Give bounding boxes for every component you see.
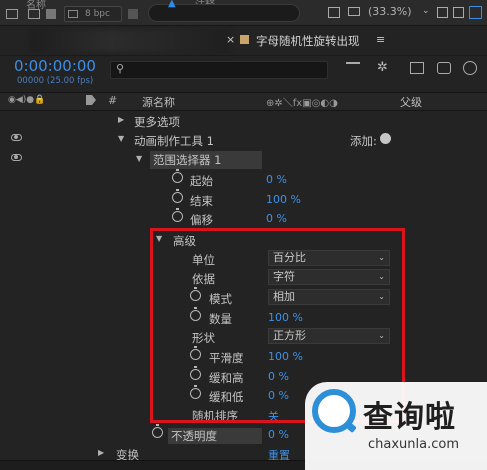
range-selector-label[interactable]: 范围选择器 1 <box>150 151 262 169</box>
add-label: 添加: <box>350 134 377 148</box>
region-icon[interactable] <box>437 7 448 18</box>
layers-icon[interactable] <box>6 9 18 19</box>
monitor-icon[interactable] <box>348 7 360 16</box>
stopwatch-icon[interactable] <box>172 208 183 222</box>
watermark-text: 查询啦 <box>363 400 456 435</box>
close-icon[interactable]: × <box>226 33 235 46</box>
row-start: 起始 0 % <box>0 169 487 189</box>
opacity-label: 不透明度 <box>168 428 262 444</box>
panel-menu-icon[interactable]: ≡ <box>376 33 385 46</box>
stopwatch-icon[interactable] <box>172 189 183 203</box>
composition-tab-title[interactable]: 字母随机性旋转出现 <box>256 33 360 49</box>
twirl-down-icon[interactable]: ▼ <box>136 154 142 163</box>
start-value[interactable]: 0 % <box>266 173 287 186</box>
animator-label[interactable]: 动画制作工具 1 <box>134 133 214 149</box>
search-input[interactable] <box>110 61 328 79</box>
eye-icon[interactable] <box>11 134 22 141</box>
search-icon: ⚲ <box>116 62 125 75</box>
row-offset: 偏移 0 % <box>0 208 487 228</box>
column-number: # <box>108 94 118 107</box>
current-time[interactable]: 0:00:00:00 <box>14 57 96 75</box>
bpc-icon <box>68 10 78 18</box>
composition-icon[interactable] <box>28 9 40 19</box>
frame-blending-icon[interactable] <box>437 62 451 74</box>
column-parent[interactable]: 父级 <box>400 94 422 110</box>
frame-rate: 00000 (25.00 fps) <box>17 76 94 86</box>
start-label: 起始 <box>190 174 213 188</box>
twirl-right-icon[interactable]: ▶ <box>118 115 124 124</box>
shy-icon[interactable] <box>410 62 424 74</box>
motion-blur-icon[interactable] <box>463 61 477 75</box>
chevron-down-icon[interactable]: ⌄ <box>422 6 430 16</box>
mask-icon[interactable] <box>469 6 482 19</box>
end-label: 结束 <box>190 194 213 208</box>
av-features-icons: ◉◀)●🔒 <box>8 95 46 105</box>
twirl-right-icon[interactable]: ▶ <box>98 448 104 457</box>
comp-flowchart-icon[interactable] <box>346 62 360 74</box>
add-play-icon[interactable] <box>380 133 391 144</box>
zoom-level[interactable]: (33.3%) <box>368 5 412 18</box>
transparency-grid-icon[interactable] <box>453 7 464 18</box>
opacity-value[interactable]: 0 % <box>268 428 289 441</box>
eye-icon[interactable] <box>11 154 22 161</box>
watermark-url: chaxunla.com <box>368 437 459 452</box>
blurred-tabs <box>30 30 230 52</box>
row-animator: ▼ 动画制作工具 1 添加: <box>0 130 487 149</box>
composition-color-icon <box>240 35 249 44</box>
switches-icons: ⊕✲＼fx▣◎◐◑ <box>266 98 338 109</box>
twirl-down-icon[interactable]: ▼ <box>118 134 124 143</box>
offset-value[interactable]: 0 % <box>266 212 287 225</box>
trash-icon[interactable] <box>46 9 56 19</box>
chevron-up-icon[interactable]: ▲ <box>168 0 176 9</box>
draft-3d-icon[interactable]: ✲ <box>377 60 388 75</box>
column-source-name[interactable]: 源名称 <box>142 94 175 110</box>
row-range-selector: ▼ 范围选择器 1 <box>0 150 487 169</box>
row-more-options: ▶ 更多选项 <box>0 111 487 130</box>
stopwatch-icon[interactable] <box>152 424 163 438</box>
row-end: 结束 100 % <box>0 189 487 209</box>
delete-icon[interactable] <box>128 9 138 19</box>
end-value[interactable]: 100 % <box>266 193 301 206</box>
more-options-label[interactable]: 更多选项 <box>134 114 180 130</box>
grid-icon[interactable] <box>328 7 340 18</box>
stopwatch-icon[interactable] <box>172 169 183 183</box>
watermark-logo-icon <box>312 389 356 433</box>
offset-label: 偏移 <box>190 213 213 227</box>
